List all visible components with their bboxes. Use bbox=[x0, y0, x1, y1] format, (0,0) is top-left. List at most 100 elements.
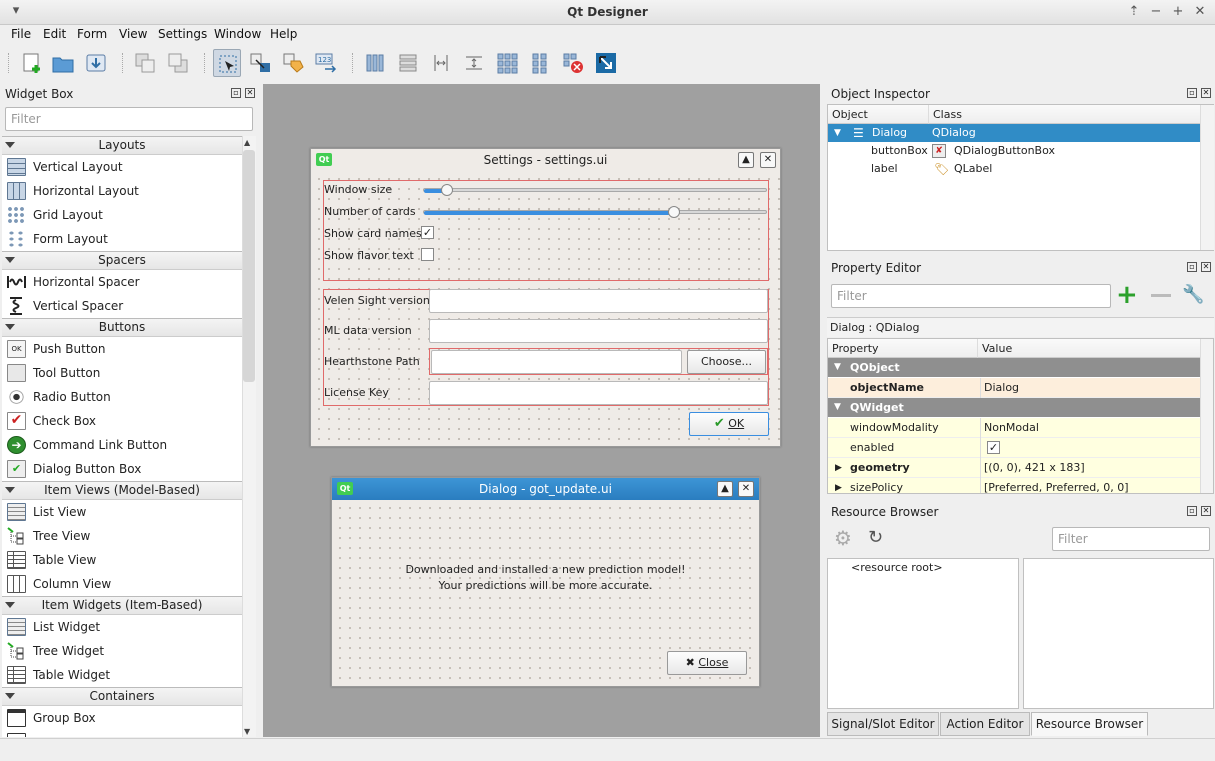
widget-box-filter[interactable]: Filter bbox=[5, 107, 253, 131]
shade-icon[interactable]: ▲ bbox=[738, 152, 754, 168]
widget-list-widget[interactable]: List Widget bbox=[2, 615, 242, 639]
edit-resources-gear-icon[interactable]: ⚙ bbox=[834, 526, 852, 550]
widget-table-widget[interactable]: Table Widget bbox=[2, 663, 242, 687]
widget-horizontal-layout[interactable]: Horizontal Layout bbox=[2, 179, 242, 203]
group-qobject[interactable]: ▼ QObject bbox=[828, 358, 1200, 377]
category-spacers[interactable]: Spacers bbox=[2, 251, 242, 270]
widget-vertical-layout[interactable]: Vertical Layout bbox=[2, 155, 242, 179]
widget-radio-button[interactable]: Radio Button bbox=[2, 385, 242, 409]
widget-grid-layout[interactable]: Grid Layout bbox=[2, 203, 242, 227]
widget-next-container[interactable] bbox=[2, 730, 242, 737]
property-filter-input[interactable]: Filter bbox=[831, 284, 1111, 308]
ml-data-version-field[interactable] bbox=[429, 319, 768, 343]
settings-form-window[interactable]: Qt Settings - settings.ui ▲ ✕ Window siz… bbox=[310, 148, 781, 447]
widget-tree-widget[interactable]: Tree Widget bbox=[2, 639, 242, 663]
tab-action-editor[interactable]: Action Editor bbox=[940, 712, 1030, 736]
category-item-views[interactable]: Item Views (Model-Based) bbox=[2, 481, 242, 500]
widget-command-link-button[interactable]: ➔ Command Link Button bbox=[2, 433, 242, 457]
velen-sight-version-field[interactable] bbox=[429, 289, 768, 313]
expand-arrow-icon[interactable]: ▶ bbox=[835, 458, 842, 478]
menu-view[interactable]: View bbox=[119, 27, 147, 41]
tab-signal-slot-editor[interactable]: Signal/Slot Editor bbox=[827, 712, 939, 736]
tree-row-dialog[interactable]: ▼ ☰ Dialog QDialog bbox=[828, 124, 1200, 142]
widget-form-layout[interactable]: Form Layout bbox=[2, 227, 242, 251]
lay-out-in-grid-icon[interactable] bbox=[493, 49, 521, 77]
widget-dialog-button-box[interactable]: ✔ Dialog Button Box bbox=[2, 457, 242, 481]
tree-row-label[interactable]: label 🏷 QLabel bbox=[828, 160, 1200, 178]
lay-out-vertically-icon[interactable] bbox=[394, 49, 422, 77]
number-of-cards-slider-handle[interactable] bbox=[668, 206, 680, 218]
horizontal-splitter-icon[interactable] bbox=[427, 49, 455, 77]
edit-signals-slots-icon[interactable] bbox=[246, 49, 274, 77]
float-icon[interactable]: ▫ bbox=[1187, 262, 1197, 272]
show-card-names-checkbox[interactable]: ✓ bbox=[421, 226, 434, 239]
close-icon[interactable]: ✕ bbox=[738, 481, 754, 497]
scroll-up-icon[interactable]: ▲ bbox=[244, 138, 250, 147]
prop-windowmodality[interactable]: windowModality NonModal bbox=[828, 418, 1200, 438]
menu-form[interactable]: Form bbox=[77, 27, 107, 41]
widget-column-view[interactable]: Column View bbox=[2, 572, 242, 596]
update-dialog-window[interactable]: Qt Dialog - got_update.ui ▲ ✕ Downloaded… bbox=[331, 477, 760, 687]
show-flavor-text-checkbox[interactable] bbox=[421, 248, 434, 261]
close-icon[interactable]: ✕ bbox=[1201, 506, 1211, 516]
edit-tab-order-icon[interactable]: 123 bbox=[312, 49, 340, 77]
ok-button[interactable]: ✔ OK bbox=[689, 412, 769, 436]
object-inspector-scrollbar[interactable] bbox=[1200, 105, 1214, 250]
update-dialog-canvas[interactable]: Downloaded and installed a new predictio… bbox=[332, 500, 759, 686]
lay-out-horizontally-icon[interactable] bbox=[361, 49, 389, 77]
menu-help[interactable]: Help bbox=[270, 27, 297, 41]
menu-settings[interactable]: Settings bbox=[158, 27, 207, 41]
close-icon[interactable]: ✕ bbox=[760, 152, 776, 168]
float-icon[interactable]: ▫ bbox=[1187, 88, 1197, 98]
hearthstone-path-field[interactable] bbox=[431, 350, 682, 374]
edit-widgets-icon[interactable] bbox=[213, 49, 241, 77]
widget-push-button[interactable]: OK Push Button bbox=[2, 337, 242, 361]
scroll-down-icon[interactable]: ▼ bbox=[244, 727, 250, 736]
close-icon[interactable]: ✕ bbox=[245, 88, 255, 98]
send-to-back-icon[interactable] bbox=[131, 49, 159, 77]
vertical-splitter-icon[interactable] bbox=[460, 49, 488, 77]
maximize-icon[interactable]: + bbox=[1170, 4, 1186, 20]
float-icon[interactable]: ▫ bbox=[1187, 506, 1197, 516]
widget-check-box[interactable]: ✔ Check Box bbox=[2, 409, 242, 433]
lay-out-in-form-icon[interactable] bbox=[526, 49, 554, 77]
expand-arrow-icon[interactable]: ▼ bbox=[834, 124, 841, 142]
shade-icon[interactable]: ▲ bbox=[717, 481, 733, 497]
add-property-icon[interactable]: + bbox=[1116, 282, 1138, 308]
resource-filter-input[interactable]: Filter bbox=[1052, 527, 1210, 551]
settings-form-canvas[interactable]: Window size Number of cards Show card na… bbox=[311, 171, 780, 446]
widget-box-scroll-thumb[interactable] bbox=[243, 150, 255, 382]
open-folder-icon[interactable] bbox=[49, 49, 77, 77]
widget-vertical-spacer[interactable]: Vertical Spacer bbox=[2, 294, 242, 318]
float-icon[interactable]: ▫ bbox=[231, 88, 241, 98]
bring-to-front-icon[interactable] bbox=[164, 49, 192, 77]
column-property[interactable]: Property bbox=[828, 339, 978, 358]
adjust-size-icon[interactable] bbox=[592, 49, 620, 77]
column-class[interactable]: Class bbox=[929, 105, 1201, 124]
window-size-slider[interactable] bbox=[423, 188, 767, 192]
category-containers[interactable]: Containers bbox=[2, 687, 242, 706]
settings-form-header[interactable]: Qt Settings - settings.ui ▲ ✕ bbox=[311, 149, 780, 171]
widget-tree-view[interactable]: Tree View bbox=[2, 524, 242, 548]
reload-icon[interactable]: ↻ bbox=[868, 527, 883, 548]
edit-buddies-icon[interactable] bbox=[279, 49, 307, 77]
widget-list-view[interactable]: List View bbox=[2, 500, 242, 524]
configure-wrench-icon[interactable]: 🔧 bbox=[1182, 284, 1204, 305]
tab-resource-browser[interactable]: Resource Browser bbox=[1031, 712, 1148, 736]
menu-window[interactable]: Window bbox=[214, 27, 261, 41]
keep-above-icon[interactable]: ⇡ bbox=[1126, 4, 1142, 20]
category-layouts[interactable]: Layouts bbox=[2, 136, 242, 155]
remove-property-icon[interactable] bbox=[1151, 294, 1171, 297]
close-icon[interactable]: ✕ bbox=[1201, 262, 1211, 272]
save-icon[interactable] bbox=[82, 49, 110, 77]
group-qwidget[interactable]: ▼ QWidget bbox=[828, 398, 1200, 417]
category-item-widgets[interactable]: Item Widgets (Item-Based) bbox=[2, 596, 242, 615]
prop-objectname[interactable]: objectName Dialog bbox=[828, 378, 1200, 398]
property-table-scrollbar[interactable] bbox=[1200, 339, 1213, 493]
prop-sizepolicy[interactable]: ▶ sizePolicy [Preferred, Preferred, 0, 0] bbox=[828, 478, 1200, 493]
enabled-checkbox[interactable]: ✓ bbox=[987, 441, 1000, 454]
resource-root-item[interactable]: <resource root> bbox=[851, 559, 943, 577]
widget-tool-button[interactable]: Tool Button bbox=[2, 361, 242, 385]
close-icon[interactable]: ✕ bbox=[1192, 4, 1208, 20]
close-button[interactable]: ✖ Close bbox=[667, 651, 747, 675]
